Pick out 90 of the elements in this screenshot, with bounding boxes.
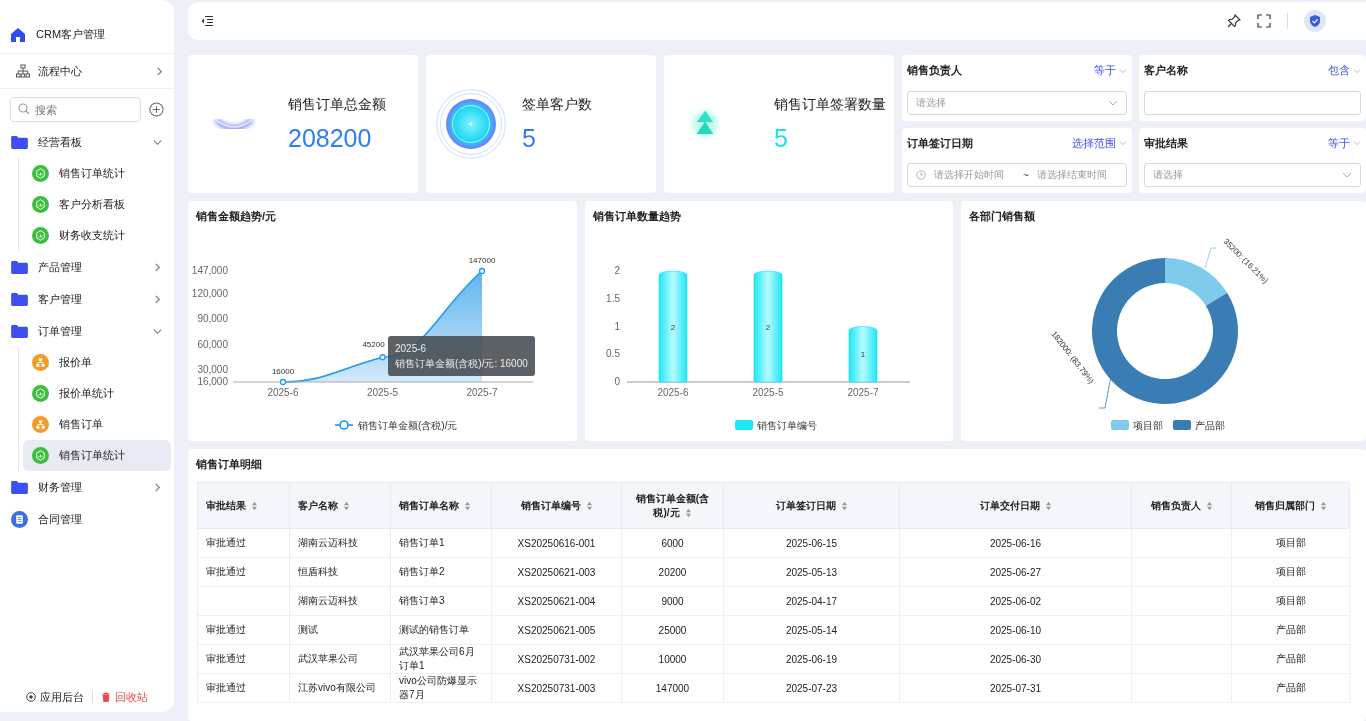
kpi-label: 销售订单总金额	[288, 95, 386, 114]
axis-tick-label: 16,000	[197, 376, 228, 387]
axis-tick-label: 30,000	[197, 364, 228, 376]
axis-tick-label: 2025-6	[267, 387, 299, 398]
tooltip-title: 2025-6	[395, 342, 428, 356]
table-cell: 审批通过	[206, 653, 246, 664]
table-cell: 恒盾科技	[298, 566, 338, 577]
axis-tick-label: 147,000	[191, 265, 228, 276]
kpi-label: 销售订单签署数量	[774, 95, 886, 114]
kpi-value: 208200	[288, 123, 373, 153]
legend-label: 产品部	[1195, 420, 1225, 431]
kpi-label: 签单客户数	[522, 95, 592, 114]
table-cell: 武汉苹果公司	[298, 653, 358, 664]
table-cell: 9000	[661, 595, 684, 607]
table-cell: 测试的销售订单	[399, 624, 469, 635]
axis-tick-label: 1.5	[606, 292, 620, 304]
table-cell: 20200	[658, 566, 687, 578]
table-cell: 项目部	[1275, 537, 1306, 548]
filter-label: 销售负责人	[907, 63, 962, 78]
axis-tick-label: 2025-5	[752, 387, 784, 398]
table-cell: 审批通过	[206, 624, 246, 635]
table-cell: 销售订单2	[399, 566, 445, 577]
legend-label: 销售订单编号	[757, 420, 817, 431]
table-cell: 2025-05-14	[785, 624, 838, 636]
axis-tick-label: 2025-7	[466, 387, 498, 398]
table-cell: 湖南云迈科技	[298, 595, 358, 606]
axis-tick-label: 2	[614, 265, 620, 276]
axis-tick-label: 2025-6	[657, 387, 689, 398]
kpi-value: 5	[522, 123, 537, 153]
legend-label: 销售订单金额(含税)/元	[358, 420, 458, 431]
table-cell: 项目部	[1275, 595, 1306, 606]
table-cell: 147000	[655, 682, 690, 694]
table-cell: 6000	[661, 537, 684, 549]
filter-label: 订单签订日期	[907, 135, 973, 151]
table-cell: XS20250731-003	[517, 682, 596, 694]
table-cell: XS20250731-002	[517, 653, 596, 665]
table-cell: 2025-07-31	[989, 682, 1042, 694]
table-title: 销售订单明细	[194, 457, 263, 472]
table-cell: 2025-06-10	[989, 624, 1042, 636]
table-cell: vivo公司防爆显示器7月	[399, 675, 477, 700]
data-label: 2	[765, 322, 771, 332]
filter-label: 审批结果	[1144, 135, 1188, 151]
filter-label: 客户名称	[1144, 63, 1188, 78]
table-cell: 产品部	[1275, 624, 1306, 635]
table-cell: 销售订单3	[399, 595, 445, 606]
table-cell: 产品部	[1275, 682, 1306, 693]
table-cell: 2025-05-13	[785, 566, 838, 578]
table-cell: 10000	[658, 653, 687, 665]
axis-tick-label: 1	[614, 320, 620, 332]
table-cell: 2025-04-17	[785, 595, 838, 607]
axis-tick-label: 60,000	[197, 338, 228, 350]
chart-title: 各部门销售额	[968, 209, 1036, 224]
axis-tick-label: 0.5	[606, 348, 620, 360]
table-cell: XS20250616-001	[517, 537, 596, 549]
data-label: 16000	[271, 367, 295, 376]
legend-label: 项目部	[1133, 420, 1163, 431]
chart-title: 销售金额趋势/元	[194, 209, 278, 224]
kpi-value: 5	[774, 123, 789, 153]
table-cell: 2025-06-16	[989, 537, 1042, 549]
axis-tick-label: 90,000	[197, 313, 228, 325]
table-cell: 销售订单1	[399, 537, 445, 548]
table-cell: 25000	[658, 624, 687, 636]
axis-tick-label: 2025-5	[366, 387, 399, 398]
table-cell: 2025-07-23	[785, 682, 838, 694]
table-cell: XS20250621-003	[517, 566, 596, 578]
table-cell: 2025-06-19	[785, 653, 838, 665]
axis-tick-label: 120,000	[191, 287, 228, 299]
app-title: CRM客户管理	[36, 27, 106, 42]
table-cell: 审批通过	[206, 566, 246, 577]
data-label: 45200	[362, 340, 385, 350]
table-cell: 审批通过	[206, 682, 246, 693]
axis-tick-label: 0	[614, 376, 620, 387]
data-label: 1	[860, 350, 866, 360]
tooltip-text: 销售订单金额(含税)/元: 16000	[395, 357, 528, 371]
table-cell: XS20250621-005	[517, 624, 596, 636]
table-cell: 项目部	[1275, 566, 1306, 577]
data-label: 2	[670, 322, 676, 332]
axis-tick-label: 2025-7	[847, 387, 879, 398]
table-cell: 审批通过	[206, 537, 246, 548]
table-cell: 2025-06-27	[989, 566, 1042, 578]
chart-title: 销售订单数量趋势	[591, 209, 682, 224]
table-cell: 2025-06-30	[989, 653, 1042, 665]
table-cell: XS20250621-004	[517, 595, 596, 607]
table-cell: 2025-06-15	[785, 537, 838, 549]
table-cell: 产品部	[1275, 653, 1306, 664]
table-cell: 湖南云迈科技	[298, 537, 358, 548]
table-cell: 2025-06-02	[989, 595, 1042, 607]
data-label: 147000	[468, 256, 496, 265]
table-cell: 测试	[298, 624, 318, 635]
table-cell: 江苏vivo有限公司	[298, 682, 376, 693]
